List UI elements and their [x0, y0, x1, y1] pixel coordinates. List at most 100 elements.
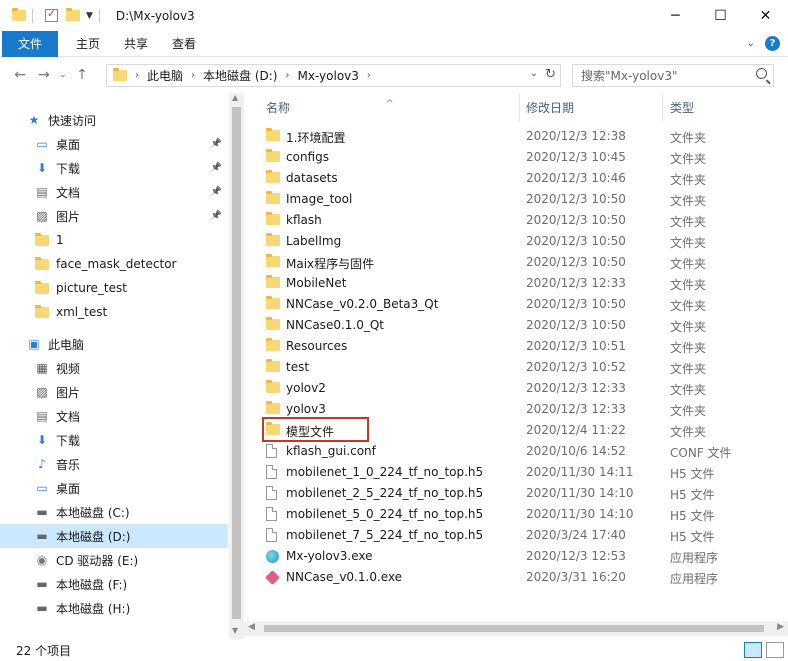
- sidebar-item[interactable]: face_mask_detector: [0, 252, 228, 276]
- divider[interactable]: [519, 93, 520, 121]
- sidebar-item[interactable]: ▭ 桌面: [0, 476, 228, 500]
- file-row[interactable]: Image_tool 2020/12/3 10:50 文件夹: [262, 189, 762, 210]
- sidebar-item[interactable]: ★ 快速访问: [0, 108, 228, 132]
- chevron-right-icon[interactable]: ›: [191, 70, 195, 81]
- breadcrumb-this-pc[interactable]: 此电脑: [147, 67, 183, 84]
- file-row[interactable]: MobileNet 2020/12/3 12:33 文件夹: [262, 273, 762, 294]
- file-icon: [266, 444, 277, 461]
- tab-file[interactable]: 文件: [2, 30, 58, 57]
- sidebar-item[interactable]: ▦ 视频: [0, 356, 228, 380]
- file-row[interactable]: Mx-yolov3.exe 2020/12/3 12:53 应用程序: [262, 546, 762, 567]
- large-icons-view-button[interactable]: [766, 642, 784, 658]
- file-row[interactable]: yolov2 2020/12/3 12:33 文件夹: [262, 378, 762, 399]
- sidebar-item[interactable]: ▬ 本地磁盘 (F:): [0, 572, 228, 596]
- file-row[interactable]: NNCase_v0.1.0.exe 2020/3/31 16:20 应用程序: [262, 567, 762, 588]
- new-folder-icon[interactable]: [66, 8, 80, 21]
- file-row[interactable]: NNCase0.1.0_Qt 2020/12/3 10:50 文件夹: [262, 315, 762, 336]
- up-button[interactable]: ↑: [70, 67, 94, 83]
- sidebar-item[interactable]: ▤ 文档: [0, 404, 228, 428]
- column-type[interactable]: 类型: [670, 99, 694, 116]
- column-date[interactable]: 修改日期: [526, 99, 574, 116]
- sidebar-item[interactable]: ◉ CD 驱动器 (E:): [0, 548, 228, 572]
- file-row[interactable]: Resources 2020/12/3 10:51 文件夹: [262, 336, 762, 357]
- scrollbar-thumb[interactable]: [232, 107, 241, 619]
- file-row[interactable]: NNCase_v0.2.0_Beta3_Qt 2020/12/3 10:50 文件夹: [262, 294, 762, 315]
- sidebar-item[interactable]: ▬ 本地磁盘 (C:): [0, 500, 228, 524]
- file-name: datasets: [286, 171, 338, 185]
- sidebar-item-label: 桌面: [56, 137, 81, 152]
- sidebar-item[interactable]: ▭ 桌面 📌: [0, 132, 228, 156]
- file-row[interactable]: configs 2020/12/3 10:45 文件夹: [262, 147, 762, 168]
- folder-icon[interactable]: [12, 8, 26, 21]
- sidebar-item-label: 快速访问: [48, 113, 97, 128]
- file-row[interactable]: mobilenet_7_5_224_tf_no_top.h5 2020/3/24 …: [262, 525, 762, 546]
- sidebar-item[interactable]: ▣ 此电脑: [0, 332, 228, 356]
- file-date: 2020/11/30 14:10: [526, 507, 634, 521]
- file-row[interactable]: kflash 2020/12/3 10:50 文件夹: [262, 210, 762, 231]
- file-row[interactable]: mobilenet_1_0_224_tf_no_top.h5 2020/11/30…: [262, 462, 762, 483]
- horizontal-scrollbar[interactable]: ◀ ▶: [244, 621, 788, 636]
- minimize-button[interactable]: ─: [653, 0, 698, 31]
- file-row[interactable]: 1.环境配置 2020/12/3 12:38 文件夹: [262, 126, 762, 147]
- file-row[interactable]: kflash_gui.conf 2020/10/6 14:52 CONF 文件: [262, 441, 762, 462]
- address-bar[interactable]: › 此电脑 › 本地磁盘 (D:) › Mx-yolov3 › ⌄ ↻: [106, 64, 561, 87]
- column-name[interactable]: 名称: [266, 99, 290, 116]
- sidebar-item[interactable]: ♪ 音乐: [0, 452, 228, 476]
- sidebar-item[interactable]: ▬ 本地磁盘 (D:): [0, 524, 228, 548]
- file-row[interactable]: mobilenet_5_0_224_tf_no_top.h5 2020/11/30…: [262, 504, 762, 525]
- quick-access-dropdown-icon[interactable]: ▼: [86, 11, 93, 21]
- sidebar-item[interactable]: ⬇ 下载: [0, 428, 228, 452]
- application-icon: [265, 570, 280, 585]
- scroll-right-icon[interactable]: ▶: [777, 622, 784, 632]
- chevron-right-icon[interactable]: ›: [367, 70, 371, 81]
- sidebar-scrollbar[interactable]: ▲ ▼: [229, 93, 244, 639]
- sidebar-item[interactable]: ▤ 文档 📌: [0, 180, 228, 204]
- expand-ribbon-icon[interactable]: ⌄: [747, 38, 755, 49]
- file-row[interactable]: LabelImg 2020/12/3 10:50 文件夹: [262, 231, 762, 252]
- scrollbar-thumb[interactable]: [264, 625, 764, 632]
- details-view-button[interactable]: [744, 642, 762, 658]
- file-row[interactable]: yolov3 2020/12/3 12:33 文件夹: [262, 399, 762, 420]
- tab-share[interactable]: 共享: [112, 31, 160, 57]
- address-dropdown-icon[interactable]: ⌄: [530, 68, 538, 79]
- sidebar-item[interactable]: ⬇ 下载 📌: [0, 156, 228, 180]
- window-title: D:\Mx-yolov3: [115, 8, 195, 23]
- sidebar-item[interactable]: ▨ 图片 📌: [0, 204, 228, 228]
- sidebar-item[interactable]: 1: [0, 228, 228, 252]
- tab-home[interactable]: 主页: [64, 31, 112, 57]
- sidebar-item[interactable]: ▬ 本地磁盘 (H:): [0, 596, 228, 620]
- folder-icon: [266, 359, 280, 375]
- file-row[interactable]: datasets 2020/12/3 10:46 文件夹: [262, 168, 762, 189]
- scroll-left-icon[interactable]: ◀: [248, 622, 255, 632]
- chevron-right-icon[interactable]: ›: [135, 70, 139, 81]
- search-icon[interactable]: [756, 68, 767, 79]
- drive-icon: ▬: [36, 505, 48, 519]
- breadcrumb-drive-d[interactable]: 本地磁盘 (D:): [203, 67, 277, 84]
- properties-icon[interactable]: [45, 7, 58, 22]
- divider[interactable]: [662, 93, 663, 121]
- breadcrumb-mx-yolov3[interactable]: Mx-yolov3: [297, 69, 358, 83]
- recent-locations-icon[interactable]: ⌄: [56, 70, 70, 80]
- sidebar-item[interactable]: picture_test: [0, 276, 228, 300]
- back-button[interactable]: ←: [8, 67, 32, 83]
- file-row[interactable]: mobilenet_2_5_224_tf_no_top.h5 2020/11/30…: [262, 483, 762, 504]
- search-input[interactable]: 搜索"Mx-yolov3": [572, 64, 774, 87]
- file-type: 应用程序: [670, 551, 719, 565]
- maximize-button[interactable]: ☐: [698, 0, 743, 31]
- help-icon[interactable]: ?: [765, 36, 780, 51]
- close-button[interactable]: ✕: [743, 0, 788, 31]
- folder-icon: [266, 338, 280, 351]
- chevron-right-icon[interactable]: ›: [285, 70, 289, 81]
- file-row[interactable]: 模型文件 2020/12/4 11:22 文件夹: [262, 420, 762, 441]
- file-row[interactable]: Maix程序与固件 2020/12/3 10:50 文件夹: [262, 252, 762, 273]
- sidebar-item[interactable]: xml_test: [0, 300, 228, 324]
- tab-view[interactable]: 查看: [160, 31, 208, 57]
- ribbon-tabs: 文件 主页 共享 查看 ⌄ ?: [0, 30, 788, 57]
- file-row[interactable]: test 2020/12/3 10:52 文件夹: [262, 357, 762, 378]
- file-type: 文件夹: [670, 383, 707, 397]
- scroll-down-icon[interactable]: ▼: [232, 626, 238, 635]
- forward-button[interactable]: →: [32, 67, 56, 83]
- sidebar-item[interactable]: ▨ 图片: [0, 380, 228, 404]
- refresh-icon[interactable]: ↻: [545, 67, 556, 82]
- scroll-up-icon[interactable]: ▲: [232, 93, 238, 102]
